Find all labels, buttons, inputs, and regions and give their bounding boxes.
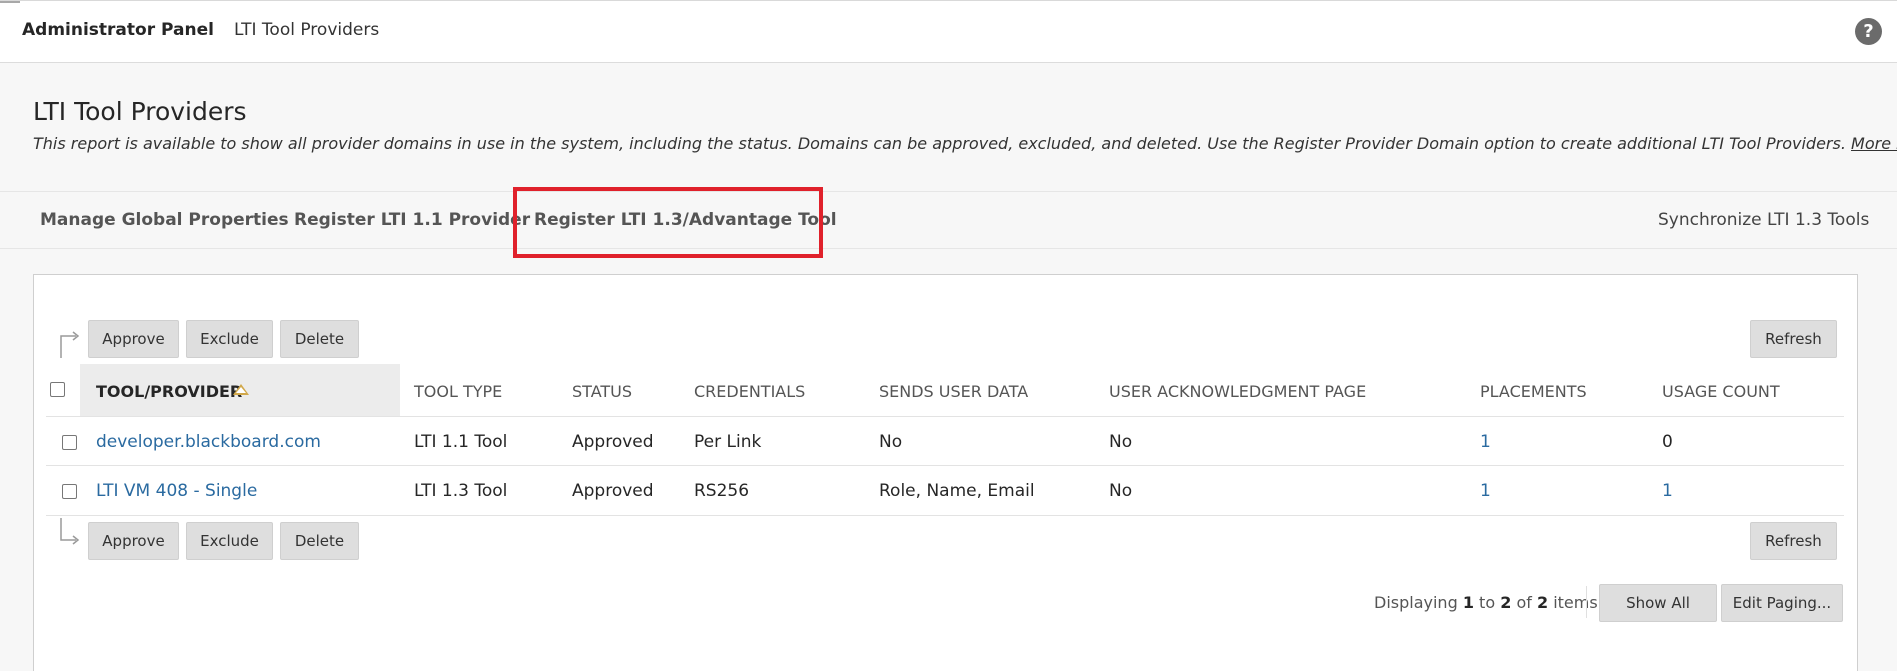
- paging-of-word: of: [1516, 593, 1532, 612]
- page-description: This report is available to show all pro…: [33, 134, 1897, 153]
- show-all-button[interactable]: Show All: [1599, 584, 1717, 622]
- approve-button-top[interactable]: Approve: [88, 320, 179, 358]
- credentials-cell: RS256: [694, 481, 750, 501]
- paging-from: 1: [1462, 593, 1474, 612]
- action-bar: Manage Global Properties Register LTI 1.…: [0, 191, 1897, 249]
- paging-total: 2: [1536, 593, 1549, 612]
- credentials-cell: Per Link: [694, 432, 762, 452]
- column-header-tool-provider[interactable]: TOOL/PROVIDER: [80, 364, 400, 416]
- page-title: LTI Tool Providers: [33, 97, 247, 126]
- row-checkbox[interactable]: [62, 484, 77, 499]
- select-all-checkbox[interactable]: [50, 382, 65, 397]
- row-divider: [46, 416, 1844, 417]
- paging-suffix: items: [1553, 593, 1598, 612]
- tool-type-cell: LTI 1.3 Tool: [414, 481, 508, 501]
- bent-arrow-icon: [60, 518, 80, 545]
- exclude-button-top[interactable]: Exclude: [186, 320, 273, 358]
- sends-user-data-cell: Role, Name, Email: [879, 481, 1035, 501]
- bent-arrow-icon: [60, 331, 80, 358]
- sort-ascending-icon: [233, 384, 249, 395]
- status-cell: Approved: [572, 432, 654, 452]
- row-divider: [46, 465, 1844, 466]
- status-cell: Approved: [572, 481, 654, 501]
- paging-prefix: Displaying: [1374, 593, 1458, 612]
- exclude-button-bottom[interactable]: Exclude: [186, 522, 273, 560]
- column-label-tool-provider: TOOL/PROVIDER: [96, 382, 243, 401]
- column-header-usage-count[interactable]: USAGE COUNT: [1662, 382, 1780, 401]
- row-divider: [46, 515, 1844, 516]
- column-header-placements[interactable]: PLACEMENTS: [1480, 382, 1587, 401]
- user-ack-page-cell: No: [1109, 432, 1133, 452]
- edit-paging-button[interactable]: Edit Paging...: [1721, 584, 1843, 622]
- delete-button-bottom[interactable]: Delete: [280, 522, 359, 560]
- column-header-user-acknowledgment-page[interactable]: USER ACKNOWLEDGMENT PAGE: [1109, 382, 1366, 401]
- top-bar: Administrator Panel LTI Tool Providers ?: [0, 0, 1897, 63]
- tool-provider-link[interactable]: LTI VM 408 - Single: [96, 481, 257, 501]
- placements-link[interactable]: 1: [1480, 481, 1491, 501]
- paging-status: Displaying 1 to 2 of 2 items: [1374, 593, 1598, 612]
- tab-marker: [0, 1, 20, 3]
- more-help-link[interactable]: More Help: [1851, 134, 1897, 153]
- highlight-annotation-box: [513, 187, 823, 258]
- help-icon[interactable]: ?: [1855, 18, 1882, 45]
- page-description-text: This report is available to show all pro…: [33, 134, 1846, 153]
- delete-button-top[interactable]: Delete: [280, 320, 359, 358]
- breadcrumb-administrator-panel[interactable]: Administrator Panel: [22, 20, 214, 40]
- paging-to: 2: [1500, 593, 1512, 612]
- tool-type-cell: LTI 1.1 Tool: [414, 432, 508, 452]
- paging-divider: [1586, 586, 1587, 618]
- synchronize-lti-13-tools-button[interactable]: Synchronize LTI 1.3 Tools: [1658, 210, 1869, 230]
- usage-count-link[interactable]: 1: [1662, 481, 1673, 501]
- placements-link[interactable]: 1: [1480, 432, 1491, 452]
- column-header-status[interactable]: STATUS: [572, 382, 632, 401]
- tool-provider-link[interactable]: developer.blackboard.com: [96, 432, 321, 452]
- sends-user-data-cell: No: [879, 432, 903, 452]
- column-header-tool-type[interactable]: TOOL TYPE: [414, 382, 502, 401]
- column-header-sends-user-data[interactable]: SENDS USER DATA: [879, 382, 1028, 401]
- column-header-credentials[interactable]: CREDENTIALS: [694, 382, 805, 401]
- user-ack-page-cell: No: [1109, 481, 1133, 501]
- paging-to-word: to: [1479, 593, 1496, 612]
- breadcrumb-current-page: LTI Tool Providers: [234, 20, 380, 40]
- register-lti-11-provider-button[interactable]: Register LTI 1.1 Provider: [294, 210, 530, 230]
- usage-count-cell: 0: [1662, 432, 1673, 452]
- refresh-button-top[interactable]: Refresh: [1750, 320, 1837, 358]
- row-checkbox[interactable]: [62, 435, 77, 450]
- manage-global-properties-button[interactable]: Manage Global Properties: [40, 210, 289, 230]
- approve-button-bottom[interactable]: Approve: [88, 522, 179, 560]
- refresh-button-bottom[interactable]: Refresh: [1750, 522, 1837, 560]
